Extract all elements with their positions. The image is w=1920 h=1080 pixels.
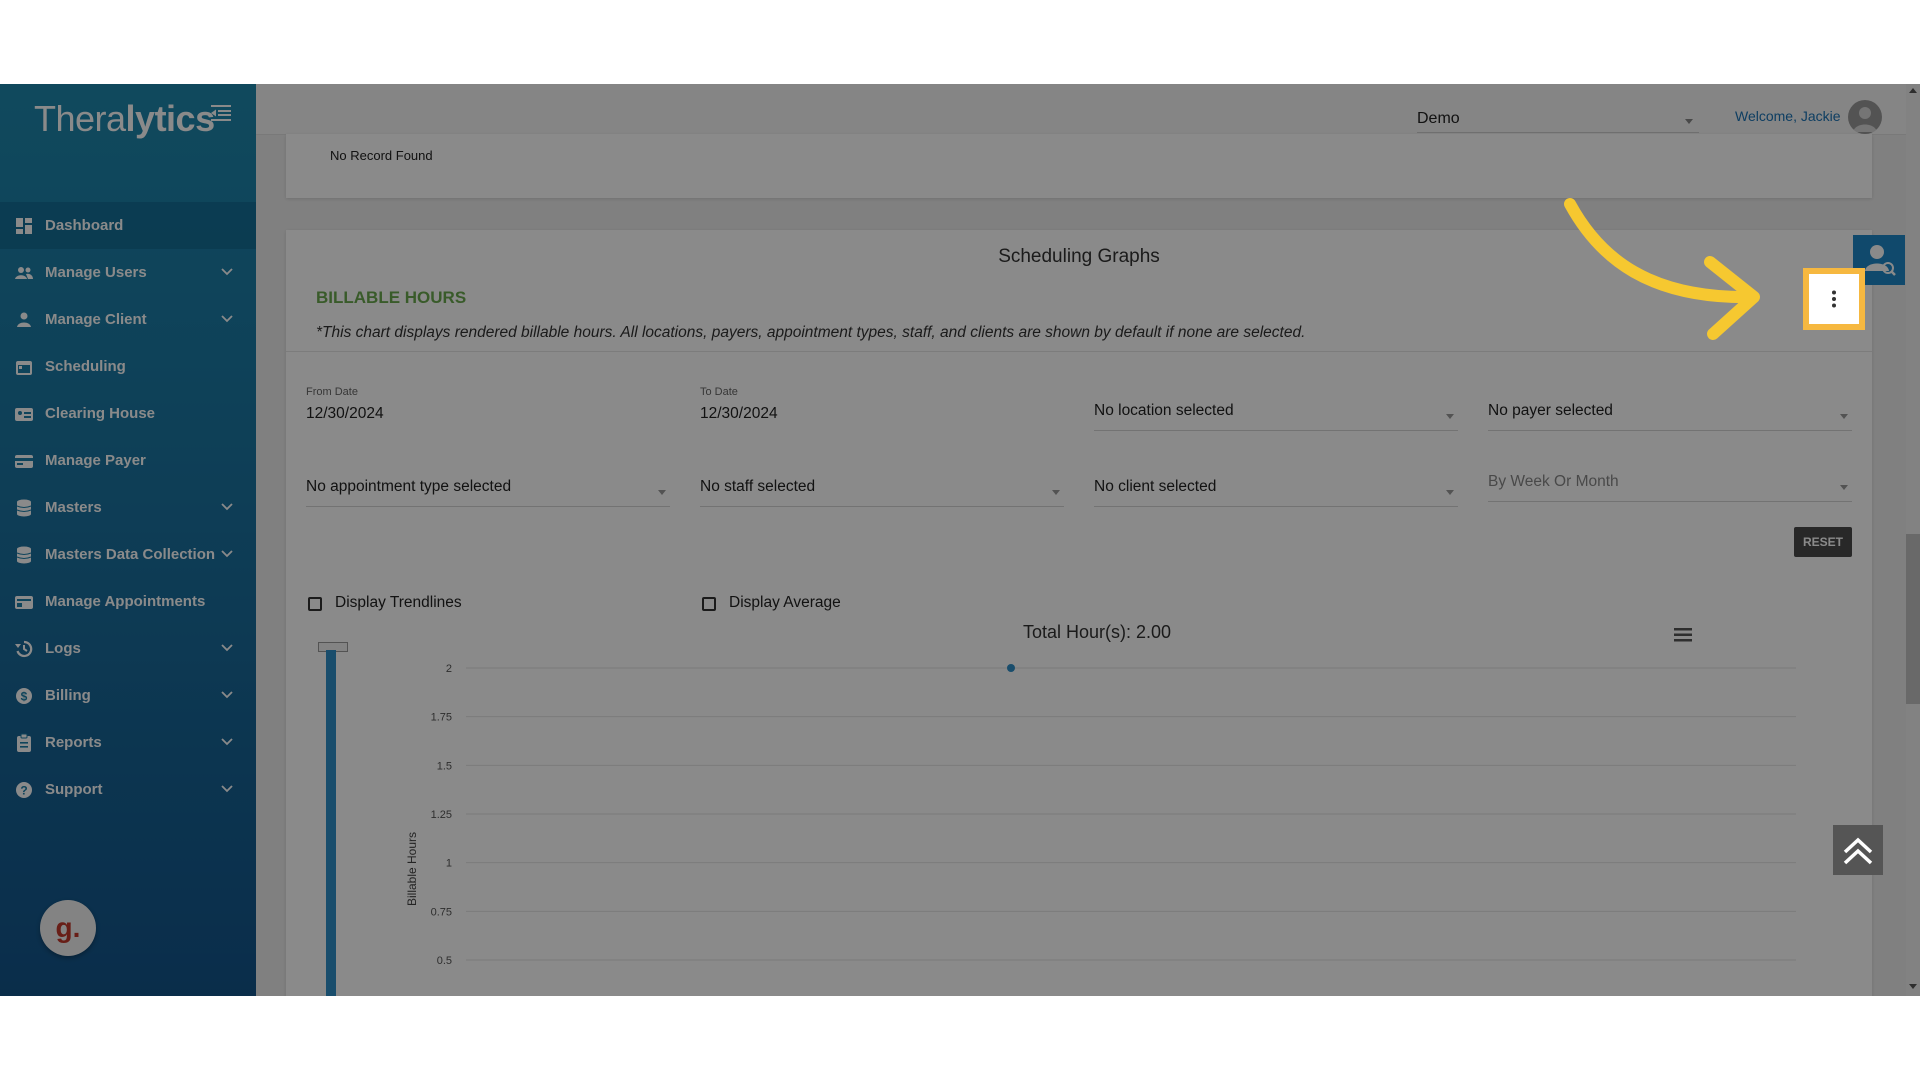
app-window: Thera lytics Dashboard Manage Users Manage … [0, 84, 1920, 996]
scroll-to-top-button[interactable] [1833, 825, 1883, 875]
dim-overlay [0, 84, 1920, 996]
double-chevron-up-icon [1843, 837, 1873, 865]
more-options-button[interactable] [1809, 274, 1859, 324]
kebab-menu-icon [1832, 290, 1836, 308]
